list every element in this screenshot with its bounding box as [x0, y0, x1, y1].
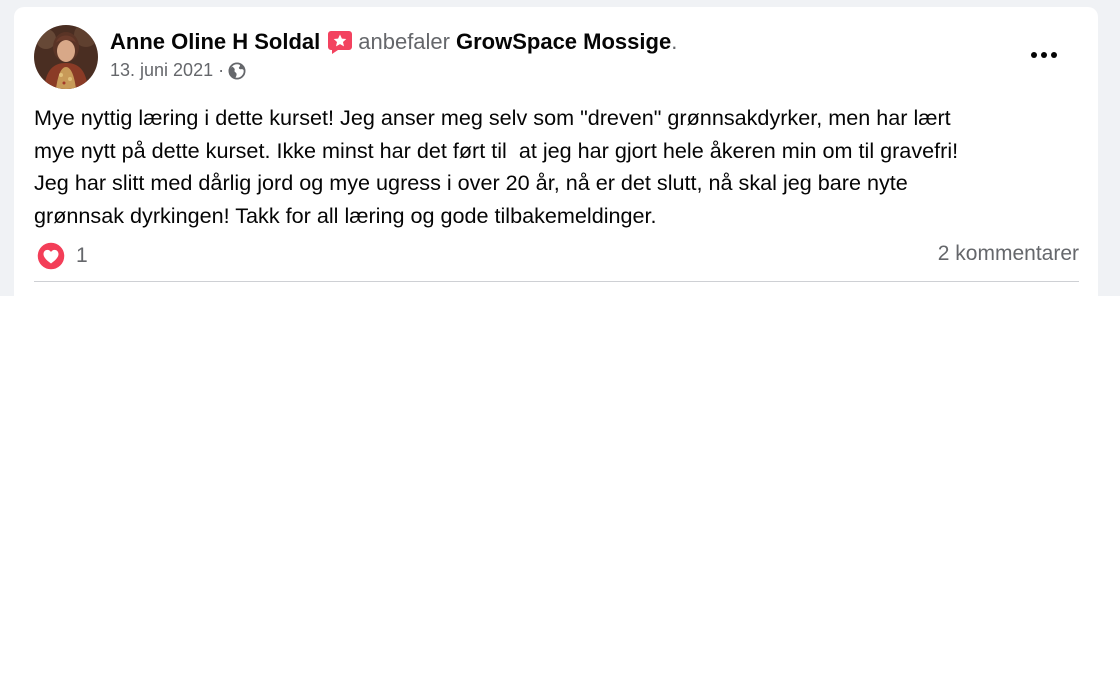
more-options-icon [1031, 52, 1057, 58]
header-period: . [671, 29, 678, 54]
author-name[interactable]: Anne Oline H Soldal [110, 28, 320, 56]
page-name-link[interactable]: GrowSpace Mossige [456, 28, 671, 56]
post-date-link[interactable]: 13. juni 2021 [110, 60, 213, 81]
reactions-summary[interactable]: 1 [36, 241, 88, 271]
post-header: Anne Oline H Soldal anbefaler GrowSpace … [110, 28, 677, 56]
comments-count-link[interactable]: 2 kommentarer [938, 242, 1079, 266]
globe-icon[interactable] [228, 62, 246, 80]
divider [34, 281, 1079, 282]
post-meta: 13. juni 2021 · [110, 60, 246, 81]
reaction-count: 1 [76, 244, 88, 267]
recommends-text: anbefaler [358, 29, 450, 54]
post-card: Anne Oline H Soldal anbefaler GrowSpace … [14, 7, 1098, 296]
love-reaction-icon [36, 241, 66, 271]
avatar[interactable] [34, 25, 98, 89]
meta-separator: · [218, 60, 225, 80]
more-options-button[interactable] [1024, 35, 1064, 75]
recommendation-star-icon [327, 29, 353, 55]
post-body-text: Mye nyttig læring i dette kurset! Jeg an… [34, 105, 959, 228]
